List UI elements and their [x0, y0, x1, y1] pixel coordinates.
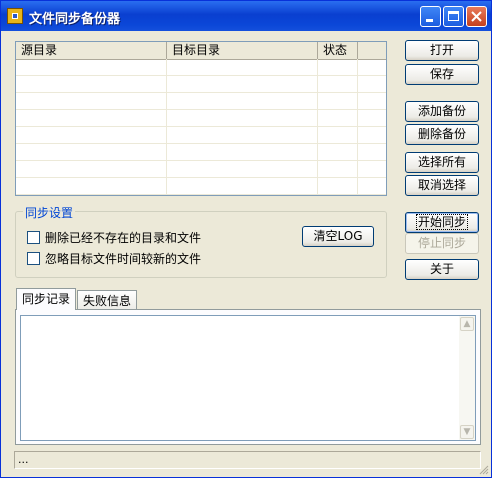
scroll-down-icon[interactable]: ▼	[460, 425, 474, 439]
delete-backup-button[interactable]: 删除备份	[405, 124, 479, 145]
table-row	[16, 144, 386, 161]
title-bar[interactable]: 文件同步备份器	[1, 1, 491, 31]
tab-sync-log[interactable]: 同步记录	[16, 288, 77, 310]
table-row	[16, 127, 386, 144]
stop-sync-button[interactable]: 停止同步	[405, 233, 479, 254]
sync-settings-label: 同步设置	[23, 204, 76, 221]
app-window: 文件同步备份器 源目录 目标目录 状态 打开 保存 添加备份 删除备份 选择所有…	[0, 0, 492, 478]
table-row	[16, 59, 386, 76]
table-row	[16, 161, 386, 178]
column-header-target[interactable]: 目标目录	[167, 42, 318, 59]
log-textarea[interactable]: ▲ ▼	[20, 315, 476, 441]
ignore-newer-checkbox[interactable]	[27, 252, 40, 265]
log-text	[21, 316, 475, 320]
resize-grip-icon[interactable]	[479, 465, 489, 475]
backup-list[interactable]: 源目录 目标目录 状态	[15, 41, 387, 196]
column-header-source[interactable]: 源目录	[16, 42, 167, 59]
list-header: 源目录 目标目录 状态	[16, 42, 386, 60]
minimize-button[interactable]	[420, 6, 441, 27]
start-sync-button[interactable]: 开始同步	[405, 212, 479, 233]
column-header-status[interactable]: 状态	[318, 42, 358, 59]
status-bar: ...	[14, 451, 481, 469]
save-button[interactable]: 保存	[405, 64, 479, 85]
table-row	[16, 178, 386, 195]
table-row	[16, 93, 386, 110]
select-all-button[interactable]: 选择所有	[405, 152, 479, 173]
window-title: 文件同步备份器	[29, 12, 121, 27]
vertical-scrollbar[interactable]: ▲ ▼	[459, 316, 475, 440]
close-button[interactable]	[466, 6, 487, 27]
deselect-button[interactable]: 取消选择	[405, 175, 479, 196]
delete-missing-checkbox[interactable]	[27, 231, 40, 244]
grid-line	[166, 59, 167, 195]
table-row	[16, 110, 386, 127]
start-sync-label: 开始同步	[415, 214, 469, 230]
maximize-button[interactable]	[443, 6, 464, 27]
delete-missing-label[interactable]: 删除已经不存在的目录和文件	[45, 229, 201, 246]
app-icon	[7, 8, 23, 24]
about-button[interactable]: 关于	[405, 259, 479, 280]
add-backup-button[interactable]: 添加备份	[405, 101, 479, 122]
tab-failure-info[interactable]: 失败信息	[77, 290, 138, 310]
tab-panel: ▲ ▼	[15, 309, 481, 445]
scroll-up-icon[interactable]: ▲	[460, 317, 474, 331]
clear-log-button[interactable]: 清空LOG	[302, 226, 374, 247]
grid-line	[317, 59, 318, 195]
table-row	[16, 76, 386, 93]
ignore-newer-label[interactable]: 忽略目标文件时间较新的文件	[45, 250, 201, 267]
status-text: ...	[18, 453, 29, 466]
grid-line	[357, 59, 358, 195]
open-button[interactable]: 打开	[405, 40, 479, 61]
close-icon	[471, 11, 482, 22]
